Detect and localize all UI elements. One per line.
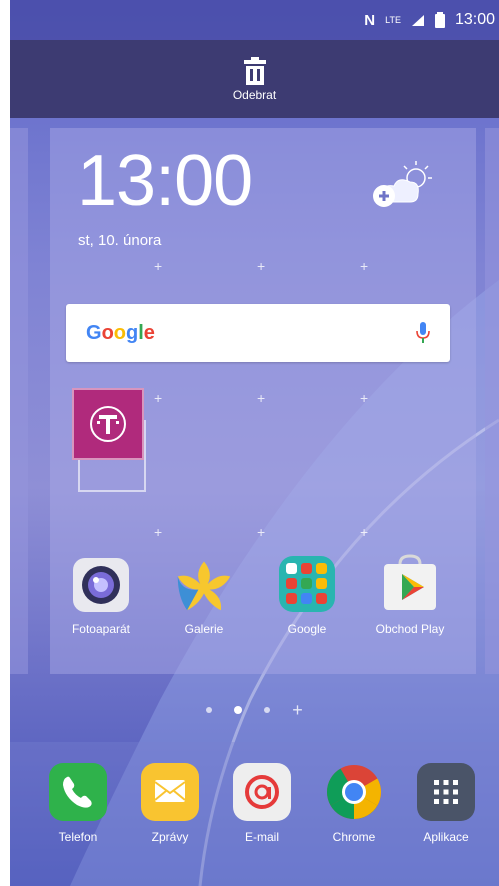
- signal-icon: [411, 14, 424, 26]
- clock-widget-date: st, 10. února: [78, 232, 162, 249]
- play-store-icon: [380, 554, 440, 614]
- google-search-bar[interactable]: Google: [66, 304, 450, 362]
- app-email[interactable]: E-mail: [217, 762, 307, 844]
- grid-point: +: [257, 390, 266, 406]
- grid-point: +: [154, 390, 163, 406]
- grid-point: +: [257, 258, 266, 274]
- next-page-preview[interactable]: [485, 128, 499, 674]
- app-label: Chrome: [332, 830, 376, 844]
- app-chrome[interactable]: Chrome: [309, 762, 399, 844]
- home-screen: N LTE 13:00 Odebrat 13:00 st, 10. února: [10, 0, 499, 886]
- app-drawer[interactable]: Aplikace: [401, 762, 491, 844]
- app-label: Google: [287, 622, 327, 636]
- dock: Telefon Zprávy E-mail Chrome Aplikace: [10, 742, 499, 886]
- home-page-edit: 13:00 st, 10. února + + + + + + + + + Go…: [50, 128, 476, 674]
- weather-add-icon[interactable]: [368, 156, 438, 216]
- status-bar: N LTE 13:00: [10, 0, 499, 40]
- app-google-folder[interactable]: Google: [262, 554, 352, 636]
- page-dot-active[interactable]: [234, 706, 243, 714]
- app-label: Fotoaparát: [71, 622, 131, 636]
- app-label: Telefon: [58, 830, 98, 844]
- grid-point: +: [360, 524, 369, 540]
- gallery-icon: [174, 554, 234, 614]
- battery-icon: [434, 12, 445, 28]
- previous-page-preview[interactable]: [10, 128, 28, 674]
- email-icon: [232, 762, 292, 822]
- app-phone[interactable]: Telefon: [33, 762, 123, 844]
- grid-point: +: [360, 390, 369, 406]
- microphone-icon[interactable]: [416, 322, 430, 344]
- clock-widget-time[interactable]: 13:00: [77, 140, 253, 222]
- grid-point: +: [154, 524, 163, 540]
- lte-icon: LTE: [385, 15, 401, 25]
- page-dot[interactable]: [206, 707, 213, 713]
- app-play-store[interactable]: Obchod Play: [365, 554, 455, 636]
- page-indicator: +: [10, 690, 499, 730]
- app-label: Zprávy: [151, 830, 189, 844]
- remove-label: Odebrat: [232, 87, 277, 102]
- app-label: E-mail: [244, 830, 279, 844]
- nfc-icon: N: [364, 11, 376, 29]
- add-page-icon[interactable]: +: [292, 700, 303, 721]
- app-label: Aplikace: [423, 830, 469, 844]
- grid-point: +: [360, 258, 369, 274]
- app-label: Obchod Play: [375, 622, 445, 636]
- status-time: 13:00: [454, 11, 495, 28]
- messages-icon: [140, 762, 200, 822]
- camera-icon: [71, 554, 131, 614]
- chrome-icon: [324, 762, 384, 822]
- page-dot[interactable]: [264, 707, 271, 713]
- tmobile-app-icon[interactable]: [72, 388, 144, 460]
- google-folder-icon: [277, 554, 337, 614]
- app-messages[interactable]: Zprávy: [125, 762, 215, 844]
- google-logo: Google: [86, 321, 155, 344]
- remove-drop-target[interactable]: Odebrat: [10, 40, 499, 118]
- app-gallery[interactable]: Galerie: [159, 554, 249, 636]
- grid-point: +: [257, 524, 266, 540]
- grid-point: +: [154, 258, 163, 274]
- tmobile-logo-icon: [90, 406, 126, 442]
- apps-grid-icon: [416, 762, 476, 822]
- trash-icon: [243, 56, 266, 85]
- app-label: Galerie: [184, 622, 224, 636]
- phone-icon: [48, 762, 108, 822]
- app-camera[interactable]: Fotoaparát: [56, 554, 146, 636]
